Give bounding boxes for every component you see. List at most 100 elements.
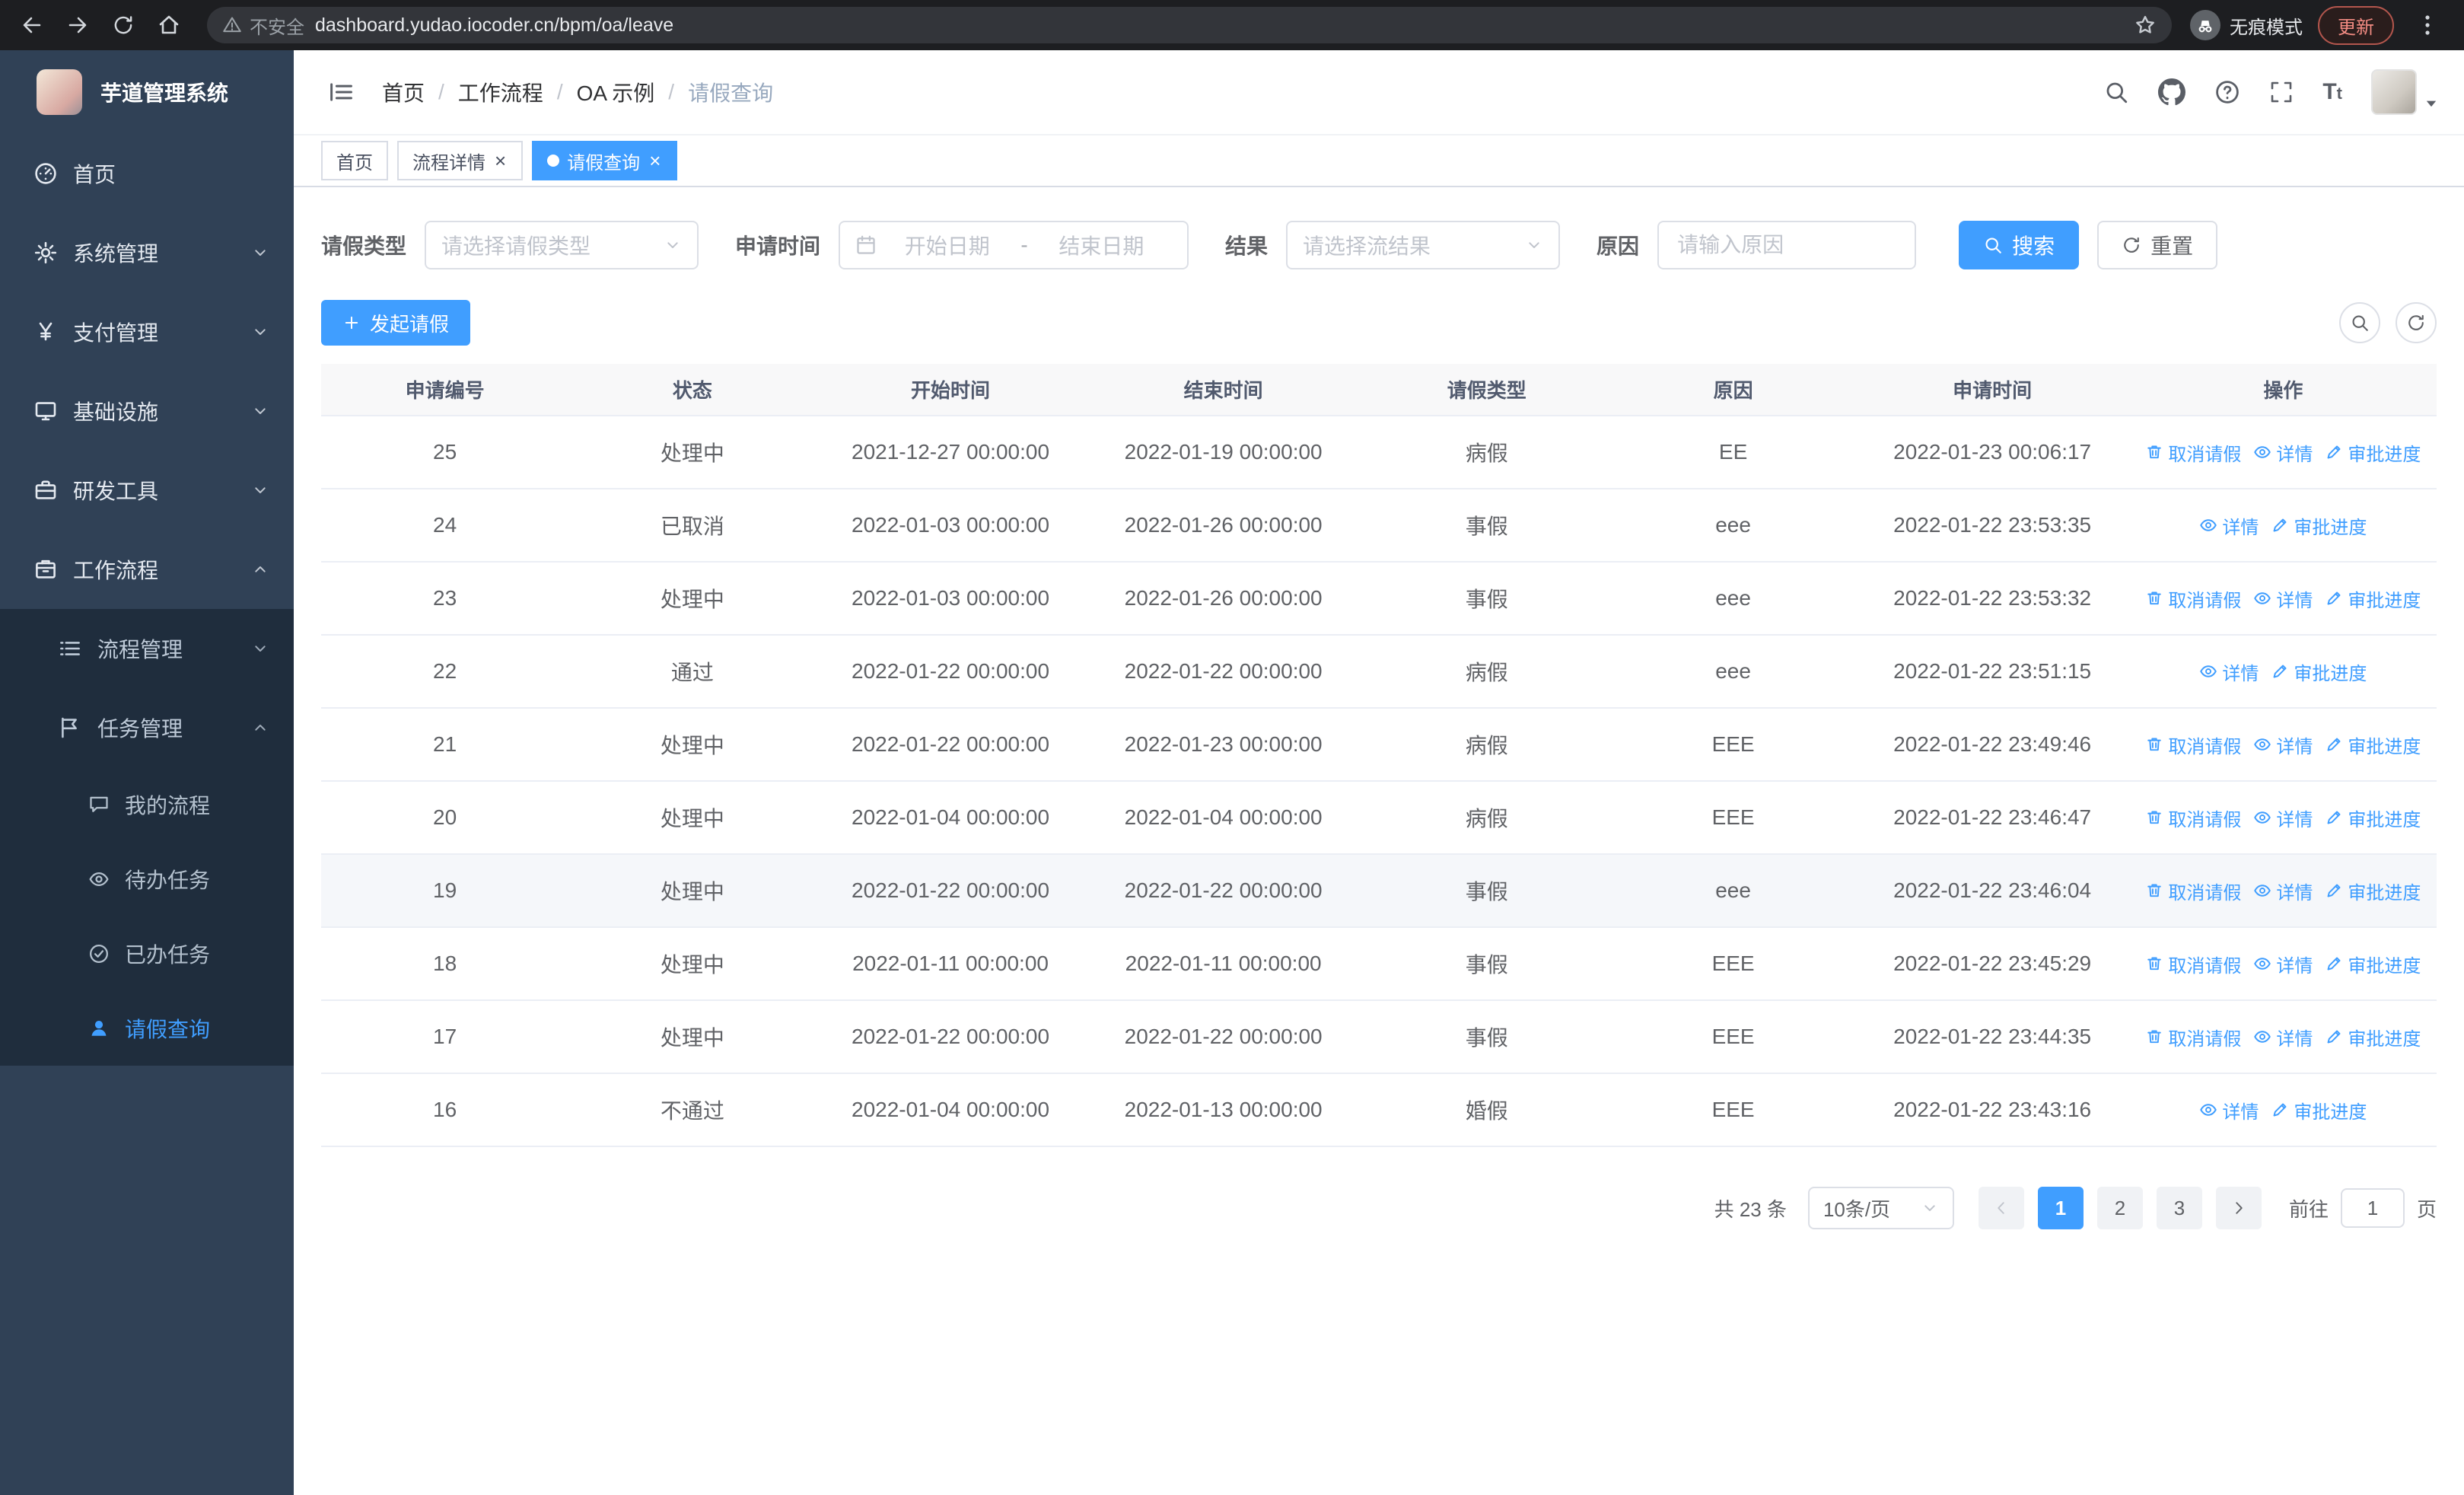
column-header: 状态 [568, 364, 817, 416]
detail-link[interactable]: 详情 [2253, 732, 2313, 758]
detail-link[interactable]: 详情 [2253, 805, 2313, 831]
github-link[interactable] [2158, 78, 2186, 106]
create-leave-button[interactable]: 发起请假 [321, 300, 471, 346]
security-label: 不安全 [250, 17, 304, 38]
help-button[interactable] [2214, 79, 2240, 105]
detail-link[interactable]: 详情 [2253, 951, 2313, 977]
end-date-input[interactable]: 结束日期 [1031, 230, 1172, 260]
browser-reload-button[interactable] [103, 5, 143, 45]
browser-menu-icon[interactable] [2409, 13, 2446, 37]
tab-请假查询[interactable]: 请假查询 × [532, 141, 678, 180]
page-button-3[interactable]: 3 [2156, 1187, 2202, 1229]
browser-back-button[interactable] [12, 5, 52, 45]
approval-progress-link[interactable]: 审批进度 [2325, 585, 2421, 612]
apply-time-range-picker[interactable]: 开始日期 - 结束日期 [839, 221, 1189, 269]
refresh-table-button[interactable] [2396, 302, 2437, 343]
leave-type-select[interactable]: 请选择请假类型 [425, 221, 699, 269]
sidebar-item-system[interactable]: 系统管理 [0, 213, 294, 292]
filter-form: 请假类型 请选择请假类型 申请时间 开始日期 - 结束日期 结果 请选择流结果 … [321, 221, 2437, 269]
detail-link[interactable]: 详情 [2253, 878, 2313, 904]
approval-progress-link[interactable]: 审批进度 [2271, 658, 2367, 685]
cell-end-time: 2022-01-22 00:00:00 [1084, 854, 1362, 928]
detail-link[interactable]: 详情 [2253, 439, 2313, 466]
breadcrumb-item[interactable]: OA 示例 [577, 77, 655, 107]
security-chip[interactable]: 不安全 [222, 12, 304, 39]
cancel-leave-link[interactable]: 取消请假 [2145, 805, 2241, 831]
cell-actions: 取消请假 详情 审批进度 [2129, 1000, 2437, 1074]
result-label: 结果 [1225, 234, 1269, 258]
cancel-leave-link[interactable]: 取消请假 [2145, 585, 2241, 612]
cell-end-time: 2022-01-22 00:00:00 [1084, 1000, 1362, 1074]
sidebar-item-home[interactable]: 首页 [0, 134, 294, 213]
eye-icon [2254, 958, 2271, 970]
sidebar-item-infra[interactable]: 基础设施 [0, 371, 294, 451]
sidebar-item-workflow[interactable]: 工作流程 [0, 530, 294, 609]
app-logo[interactable]: 芋道管理系统 [0, 50, 294, 134]
breadcrumb-item[interactable]: 工作流程 [458, 77, 543, 107]
result-select[interactable]: 请选择流结果 [1286, 221, 1561, 269]
sidebar-item-task-mgmt[interactable]: 任务管理 [0, 688, 294, 767]
browser-forward-button[interactable] [58, 5, 97, 45]
address-bar[interactable]: 不安全 dashboard.yudao.iocoder.cn/bpm/oa/le… [207, 7, 2172, 43]
table-row: 21 处理中 2022-01-22 00:00:00 2022-01-23 00:00… [321, 708, 2437, 782]
approval-progress-link[interactable]: 审批进度 [2325, 951, 2421, 977]
cancel-leave-link[interactable]: 取消请假 [2145, 878, 2241, 904]
reset-button[interactable]: 重置 [2097, 221, 2218, 269]
approval-progress-link[interactable]: 审批进度 [2271, 1097, 2367, 1124]
sidebar-item-leave-query[interactable]: 请假查询 [0, 991, 294, 1066]
cancel-leave-link[interactable]: 取消请假 [2145, 951, 2241, 977]
sidebar-collapse-button[interactable] [327, 78, 355, 106]
tab-首页[interactable]: 首页 [321, 141, 388, 180]
browser-home-button[interactable] [149, 5, 189, 45]
sidebar-item-payment[interactable]: 支付管理 [0, 292, 294, 371]
browser-update-button[interactable]: 更新 [2318, 5, 2394, 45]
prev-page-button[interactable] [1978, 1187, 2024, 1229]
edit-icon [2327, 1030, 2341, 1044]
page-button-2[interactable]: 2 [2096, 1187, 2143, 1229]
url-text: dashboard.yudao.iocoder.cn/bpm/oa/leave [315, 14, 674, 36]
tab-close-icon[interactable]: × [648, 151, 662, 171]
detail-link[interactable]: 详情 [2253, 585, 2313, 612]
cell-id: 18 [321, 927, 569, 1001]
sidebar-item-my-process[interactable]: 我的流程 [0, 767, 294, 842]
tab-流程详情[interactable]: 流程详情 × [397, 141, 524, 180]
cell-start-time: 2022-01-04 00:00:00 [816, 1073, 1085, 1147]
search-button[interactable]: 搜索 [1959, 221, 2080, 269]
sidebar-item-devtools[interactable]: 研发工具 [0, 451, 294, 530]
cancel-leave-link[interactable]: 取消请假 [2145, 439, 2241, 466]
cancel-leave-link[interactable]: 取消请假 [2145, 732, 2241, 758]
fullscreen-button[interactable] [2269, 80, 2294, 104]
tab-close-icon[interactable]: × [493, 151, 508, 171]
detail-link[interactable]: 详情 [2199, 658, 2259, 685]
chevron-down-icon [255, 329, 266, 335]
approval-progress-link[interactable]: 审批进度 [2325, 805, 2421, 831]
sidebar-item-process-mgmt[interactable]: 流程管理 [0, 609, 294, 688]
bookmark-star-icon[interactable] [2134, 14, 2157, 37]
cell-apply-time: 2022-01-22 23:44:35 [1854, 1000, 2130, 1074]
approval-progress-link[interactable]: 审批进度 [2325, 1024, 2421, 1050]
sidebar-item-label: 任务管理 [97, 717, 183, 741]
next-page-button[interactable] [2215, 1187, 2262, 1229]
approval-progress-link[interactable]: 审批进度 [2325, 732, 2421, 758]
approval-progress-link[interactable]: 审批进度 [2325, 439, 2421, 466]
font-size-button[interactable]: Tt [2322, 79, 2342, 105]
start-date-input[interactable]: 开始日期 [877, 230, 1017, 260]
approval-progress-link[interactable]: 审批进度 [2325, 878, 2421, 904]
sidebar-item-done-task[interactable]: 已办任务 [0, 916, 294, 991]
cancel-leave-link[interactable]: 取消请假 [2145, 1024, 2241, 1050]
reason-input[interactable] [1674, 231, 1900, 259]
cell-reason: EE [1611, 416, 1855, 489]
goto-page-input[interactable] [2340, 1188, 2405, 1228]
toggle-search-button[interactable] [2339, 302, 2380, 343]
detail-link[interactable]: 详情 [2199, 512, 2259, 539]
page-button-1[interactable]: 1 [2037, 1187, 2084, 1229]
user-avatar-menu[interactable] [2371, 69, 2440, 115]
approval-progress-link[interactable]: 审批进度 [2271, 512, 2367, 539]
detail-link[interactable]: 详情 [2253, 1024, 2313, 1050]
page-size-select[interactable]: 10条/页 [1807, 1187, 1954, 1229]
sidebar-item-todo-task[interactable]: 待办任务 [0, 842, 294, 916]
search-button[interactable] [2103, 79, 2129, 105]
infra-icon [35, 402, 56, 421]
detail-link[interactable]: 详情 [2199, 1097, 2259, 1124]
breadcrumb-item[interactable]: 首页 [382, 77, 425, 107]
